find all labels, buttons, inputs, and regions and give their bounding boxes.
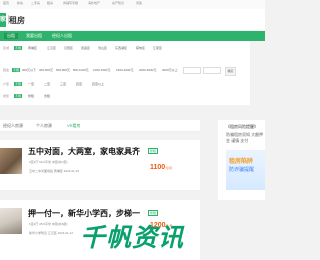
filter-option[interactable]: 2000-3000元 [139, 68, 156, 72]
price-max-input[interactable] [203, 67, 221, 74]
filter-panel: 区域 不限 黄埔区 江汉区 汉阳区 武昌区 洪山区 东西湖区 蔡甸区 江夏区 租… [0, 41, 250, 105]
filter-price: 租金 不限 300元以下 300-500元 500-800元 800-1000元… [0, 65, 250, 77]
filter-option[interactable]: 蔡甸区 [136, 46, 145, 50]
price-min-input[interactable] [183, 67, 201, 74]
filter-room: 户型 不限 一室 二室 三室 四室 四室以上 [0, 79, 250, 91]
filter-option[interactable]: 黄埔区 [28, 46, 37, 50]
listing-badge: 整租 [148, 210, 159, 216]
filter-option[interactable]: 汉阳区 [64, 46, 73, 50]
filter-label: 户型 [3, 82, 10, 86]
listing-tabs: 经纪人房源 个人房源 VR看房 [0, 120, 200, 132]
nav-link[interactable]: 商铺写字楼 [63, 1, 78, 5]
filter-option[interactable]: 东西湖区 [115, 46, 127, 50]
channel-title: 租房 [9, 16, 25, 25]
filter-option[interactable]: 二室 [44, 82, 50, 86]
site-logo[interactable]: 家 [0, 13, 6, 27]
filter-option[interactable]: 不限 [12, 68, 21, 72]
tab-agent-rent[interactable]: 经纪人出租 [52, 33, 72, 39]
nav-link[interactable]: 二手房 [31, 1, 40, 5]
filter-option[interactable]: 三室 [60, 82, 66, 86]
listing-meta: 新华小学附近 江汉区 2023-01-12 [29, 231, 74, 235]
nav-link[interactable]: 新房 [17, 1, 23, 5]
filter-option[interactable]: 合租 [44, 94, 50, 98]
filter-option[interactable]: 1000-1500元 [93, 68, 110, 72]
list-item[interactable]: 五中对面，大两室，家电家具齐全的 整租 2室1厅 60.0平米 中层(共7层) … [0, 140, 200, 190]
header: 家 租房 [0, 9, 265, 30]
listing-badge: 整租 [148, 148, 159, 154]
anti-fraud-banner[interactable]: 租房陷阱 防诈骗提醒 [226, 150, 265, 190]
nav-link[interactable]: 租房 [47, 1, 53, 5]
nav-link[interactable]: 海外地产 [88, 1, 100, 5]
listing-price: 1100元/月 [150, 164, 172, 171]
filter-option[interactable]: 1500-2000元 [116, 68, 133, 72]
filter-option[interactable]: 武昌区 [81, 46, 90, 50]
filter-option[interactable]: 一室 [28, 82, 34, 86]
filter-option[interactable]: 四室以上 [92, 82, 104, 86]
filter-option[interactable]: 四室 [76, 82, 82, 86]
listing-photo[interactable] [0, 148, 22, 174]
filter-option[interactable]: 500-800元 [56, 68, 70, 72]
filter-option[interactable]: 不限 [14, 94, 23, 98]
filter-option[interactable]: 整租 [28, 94, 34, 98]
filter-option[interactable]: 不限 [14, 46, 23, 50]
nav-link[interactable]: 房产知识 [112, 1, 124, 5]
filter-option[interactable]: 300-500元 [39, 68, 53, 72]
filter-option[interactable]: 不限 [14, 82, 23, 86]
filter-option[interactable]: 江夏区 [153, 46, 162, 50]
listing-meta: 1室1厅 45.0平米 中层(共6层) [29, 222, 68, 226]
tab-agent-listings[interactable]: 经纪人房源 [3, 123, 23, 129]
banner-subline: 防诈骗提醒 [229, 167, 255, 173]
risk-notice-title[interactable]: 《租房风险提醒》 [226, 124, 258, 130]
price-value: 1100 [150, 164, 166, 171]
filter-area: 区域 不限 黄埔区 江汉区 汉阳区 武昌区 洪山区 东西湖区 蔡甸区 江夏区 [0, 43, 250, 55]
risk-notice-box: 《租房风险提醒》 防骗租房须知 大额押金 谨慎 支付 租房陷阱 防诈骗提醒 [218, 120, 265, 200]
filter-label: 类型 [3, 94, 10, 98]
channel-tabs: 出租 我要出租 经纪人出租 [0, 31, 265, 41]
risk-notice-text: 防骗租房须知 大额押金 谨慎 支付 [226, 132, 264, 143]
nav-link[interactable]: 问答 [136, 1, 142, 5]
banner-headline: 租房陷阱 [229, 159, 254, 165]
filter-type: 类型 不限 整租 合租 [0, 91, 250, 103]
tab-post-rent[interactable]: 我要出租 [26, 33, 42, 39]
filter-option[interactable]: 800-1000元 [73, 68, 89, 72]
listing-meta: 2室1厅 60.0平米 中层(共7层) [29, 160, 68, 164]
filter-option[interactable]: 江汉区 [47, 46, 56, 50]
price-unit: 元/月 [165, 166, 173, 170]
tab-rent[interactable]: 出租 [4, 33, 18, 39]
filter-option[interactable]: 洪山区 [98, 46, 107, 50]
tab-vr-listings[interactable]: VR看房 [67, 123, 81, 129]
filter-option[interactable]: 300元以下 [22, 68, 36, 72]
tab-personal-listings[interactable]: 个人房源 [36, 123, 52, 129]
filter-option[interactable]: 3000元以上 [162, 68, 178, 72]
listing-title[interactable]: 五中对面，大两室，家电家具齐全的 [28, 146, 140, 157]
price-confirm-button[interactable]: 确定 [225, 67, 236, 76]
listing-meta: 五中二中对面地段 黄埔区 2023-01-15 [29, 169, 80, 173]
filter-label: 区域 [3, 46, 10, 50]
nav-link[interactable]: 首页 [3, 1, 9, 5]
listing-photo[interactable] [0, 208, 22, 234]
filter-label: 租金 [3, 68, 10, 72]
watermark: 千帆资讯 [80, 224, 185, 252]
